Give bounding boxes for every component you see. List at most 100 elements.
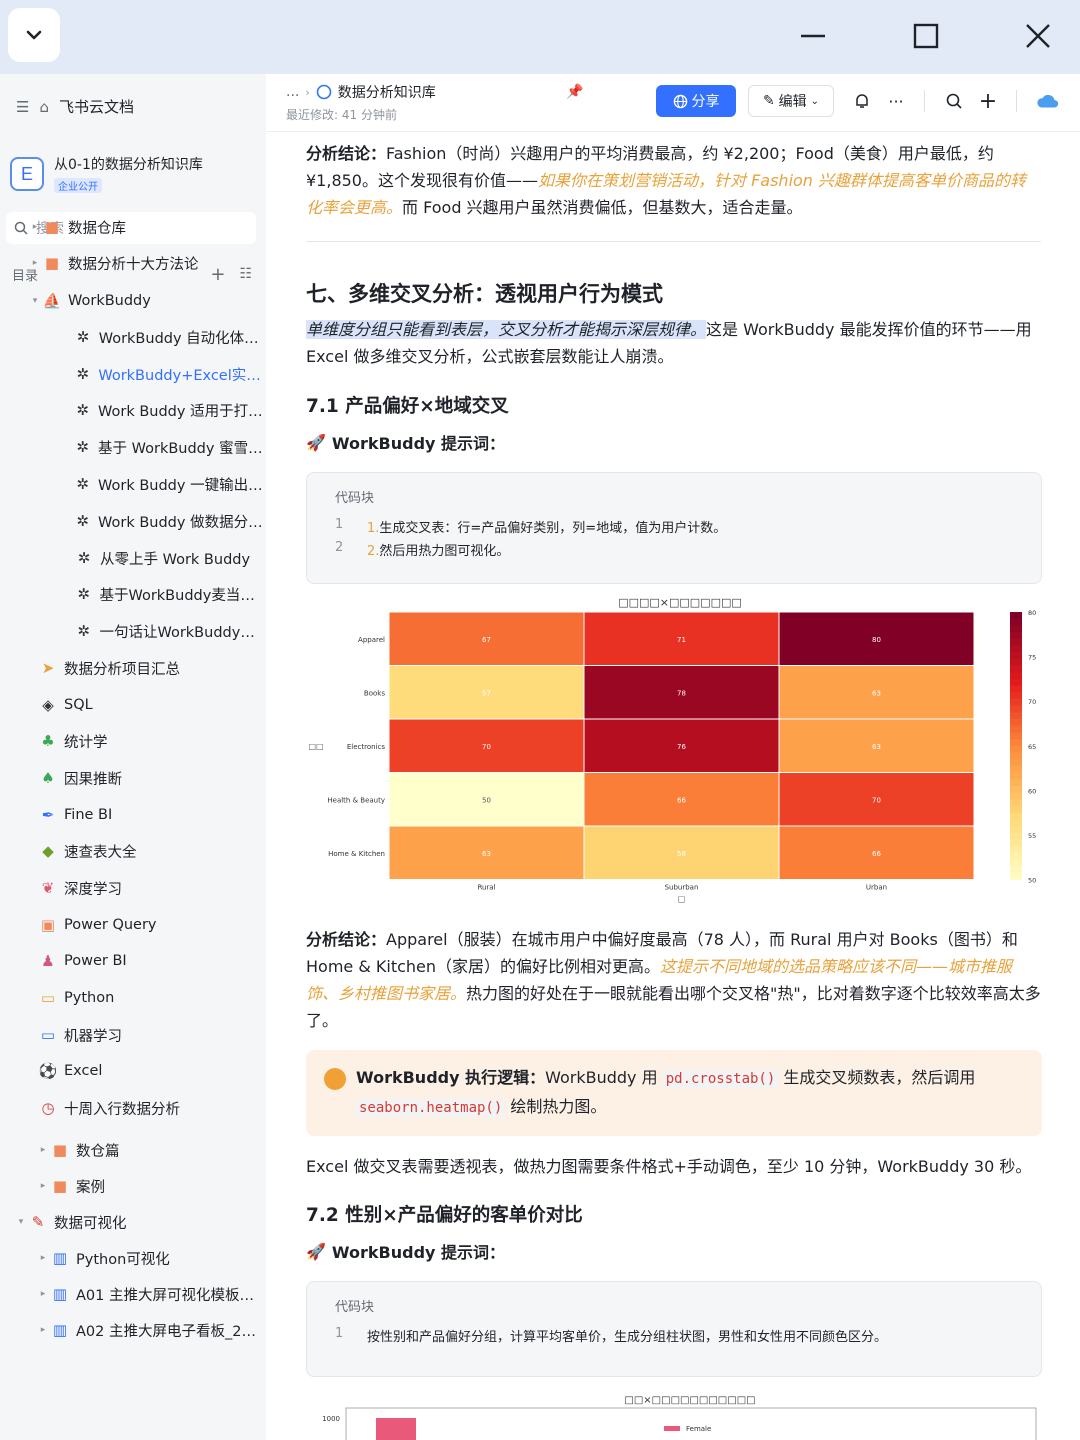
edit-label: 编辑 xyxy=(778,94,807,110)
sidebar-item[interactable]: ➤ 数据分析项目汇总 xyxy=(0,651,266,685)
caret-down-icon[interactable]: ▾ xyxy=(14,1217,28,1227)
sidebar-item[interactable]: ✒ Fine BI xyxy=(0,798,266,832)
workspace-name[interactable]: 飞书云文档 xyxy=(59,96,134,117)
colorbar-segment xyxy=(1010,846,1022,854)
code-line: 1 1.生成交叉表：行=产品偏好类别，列=地域，值为用户计数。 xyxy=(335,517,726,536)
colorbar-segment xyxy=(1010,805,1022,814)
sidebar-item[interactable]: ✲ Work Buddy 做数据分析... xyxy=(0,504,266,538)
caret-right-icon[interactable]: ▸ xyxy=(28,222,42,232)
sidebar-item[interactable]: ❦ 深度学习 xyxy=(0,871,266,905)
sidebar-item[interactable]: ♠ 因果推断 xyxy=(0,761,266,795)
heatmap-chart: □□□□×□□□□□□□ 67 71 80 Apparel 57 78 63 Books 70 76… xyxy=(306,590,1042,910)
caret-right-icon[interactable]: ▸ xyxy=(36,1145,50,1155)
sidebar-item[interactable]: ✲ 从零上手 Work Buddy xyxy=(0,541,266,575)
rocket-icon: 🚀 xyxy=(306,432,326,452)
cell-value-label: 63 xyxy=(872,743,881,751)
sidebar-item[interactable]: ▸ ■ 案例 xyxy=(0,1169,266,1203)
sidebar-item[interactable]: ▸ ▥ A01 主推大屏可视化模板_... xyxy=(0,1277,266,1311)
sidebar-item[interactable]: ◈ SQL xyxy=(0,688,266,722)
colorbar-segment xyxy=(1010,618,1022,626)
sidebar-item[interactable]: ✲ WorkBuddy 自动化体系... xyxy=(0,320,266,354)
close-button[interactable] xyxy=(1018,16,1058,56)
search-icon[interactable] xyxy=(942,89,966,113)
breadcrumb-more[interactable]: ... xyxy=(286,84,299,100)
bell-icon[interactable] xyxy=(850,89,874,113)
doc-title[interactable]: 数据分析知识库 xyxy=(338,82,436,102)
sidebar-item[interactable]: ♟ Power BI xyxy=(0,944,266,978)
caret-down-icon[interactable]: ▾ xyxy=(28,296,42,306)
sidebar-item-label: Work Buddy 适用于打工... xyxy=(98,403,266,420)
sidebar-item-label: Python xyxy=(64,990,115,1006)
caret-right-icon[interactable]: ▸ xyxy=(36,1181,50,1191)
sidebar-item[interactable]: ✲ Work Buddy 一键输出数... xyxy=(0,467,266,501)
colorbar-segment xyxy=(1010,698,1022,707)
edit-button[interactable]: ✎ 编辑 ⌄ xyxy=(748,85,834,117)
maximize-button[interactable] xyxy=(906,16,946,56)
sidebar-item[interactable]: ♣ 统计学 xyxy=(0,724,266,758)
sidebar-item[interactable]: ◆ 速查表大全 xyxy=(0,834,266,868)
sidebar-item[interactable]: ▸ ■ 数据仓库 xyxy=(0,210,266,244)
legend-swatch xyxy=(664,1426,680,1431)
sidebar-item[interactable]: ▾ ⛵ WorkBuddy xyxy=(0,284,266,318)
colorbar-segment xyxy=(1010,785,1022,794)
y-axis-label: □□ xyxy=(308,742,323,751)
person-icon: ♟ xyxy=(41,952,55,970)
more-icon[interactable]: ··· xyxy=(884,89,908,113)
badge-icon xyxy=(324,1068,346,1090)
window-menu-button[interactable] xyxy=(8,8,60,62)
sidebar-item[interactable]: ◷ 十周入行数据分析 xyxy=(0,1091,266,1125)
share-button[interactable]: 分享 xyxy=(656,85,736,117)
compass-icon: ◈ xyxy=(42,696,54,714)
sidebar-item[interactable]: ▾ ✎ 数据可视化 xyxy=(0,1205,266,1239)
sidebar-item[interactable]: ✲ Work Buddy 适用于打工... xyxy=(0,393,266,427)
sidebar-item-label: 数据分析项目汇总 xyxy=(64,661,180,678)
sidebar-item-label: 因果推断 xyxy=(64,771,122,788)
caret-right-icon[interactable]: ▸ xyxy=(36,1253,50,1263)
sidebar-item[interactable]: ▭ Python xyxy=(0,981,266,1015)
code-block[interactable]: 代码块 1 1.生成交叉表：行=产品偏好类别，列=地域，值为用户计数。 2 2.… xyxy=(306,472,1042,584)
home-icon[interactable]: ⌂ xyxy=(39,98,49,116)
code-block[interactable]: 代码块 1 按性别和产品偏好分组，计算平均客单价，生成分组柱状图，男性和女性用不… xyxy=(306,1281,1042,1377)
knowledge-base-header[interactable]: E 从0-1的数据分析知识库 企业公开 xyxy=(10,150,256,198)
caret-right-icon[interactable]: ▸ xyxy=(36,1325,50,1335)
sidebar-item[interactable]: ▸ ■ 数仓篇 xyxy=(0,1133,266,1167)
prompt-label: WorkBuddy 提示词： xyxy=(331,1243,506,1262)
sidebar-item[interactable]: ✲ 基于WorkBuddy麦当劳... xyxy=(0,577,266,611)
sidebar-item[interactable]: ▭ 机器学习 xyxy=(0,1018,266,1052)
sidebar-item[interactable]: ▸ ■ 数据分析十大方法论 xyxy=(0,246,266,280)
sidebar-item[interactable]: ⚽ Excel xyxy=(0,1054,266,1088)
sidebar-item[interactable]: ▸ ▥ Python可视化 xyxy=(0,1241,266,1275)
toolbar-divider xyxy=(1016,90,1017,112)
colorbar-segment xyxy=(1010,859,1022,867)
globe-icon xyxy=(316,84,332,100)
soccer-icon: ⚽ xyxy=(38,1062,58,1080)
sidebar-item[interactable]: ▣ Power Query xyxy=(0,908,266,942)
minimize-button[interactable] xyxy=(793,16,833,56)
sidebar-item-label: Fine BI xyxy=(64,807,113,823)
cell-value-label: 71 xyxy=(677,636,686,644)
x-tick-label: Urban xyxy=(866,884,887,892)
maximize-icon xyxy=(913,23,939,49)
colorbar-segment xyxy=(1010,772,1022,780)
colorbar-tick-label: 80 xyxy=(1028,609,1036,617)
colorbar-segment xyxy=(1010,638,1022,646)
pen-icon: ✎ xyxy=(762,93,775,109)
plot-frame xyxy=(345,1407,1037,1440)
add-icon[interactable]: + xyxy=(976,89,1000,114)
sidebar-item[interactable]: ✲ 基于 WorkBuddy 蜜雪冰... xyxy=(0,430,266,464)
subsection-heading: 7.2 性别×产品偏好的客单价对比 xyxy=(306,1205,583,1226)
window-titlebar xyxy=(0,0,1080,74)
colorbar-segment xyxy=(1010,752,1022,760)
caret-right-icon[interactable]: ▸ xyxy=(36,1289,50,1299)
conclusion-label: 分析结论： xyxy=(306,930,387,949)
clock-icon: ◷ xyxy=(41,1099,55,1117)
chart-title: □□×□□□□□□□□□□□ xyxy=(624,1395,755,1406)
sidebar-item[interactable]: ✲ WorkBuddy+Excel实现... xyxy=(0,357,266,391)
cloud-icon[interactable] xyxy=(1036,89,1060,113)
folder-icon: ■ xyxy=(44,218,60,236)
sidebar-item[interactable]: ▸ ▥ A02 主推大屏电子看板_20套 xyxy=(0,1313,266,1347)
pin-icon[interactable]: 📌 xyxy=(566,84,583,100)
caret-right-icon[interactable]: ▸ xyxy=(28,258,42,268)
sidebar-item[interactable]: ✲ 一句话让WorkBuddy帮... xyxy=(0,614,266,648)
collapse-sidebar-icon[interactable]: ☰ xyxy=(16,98,29,116)
